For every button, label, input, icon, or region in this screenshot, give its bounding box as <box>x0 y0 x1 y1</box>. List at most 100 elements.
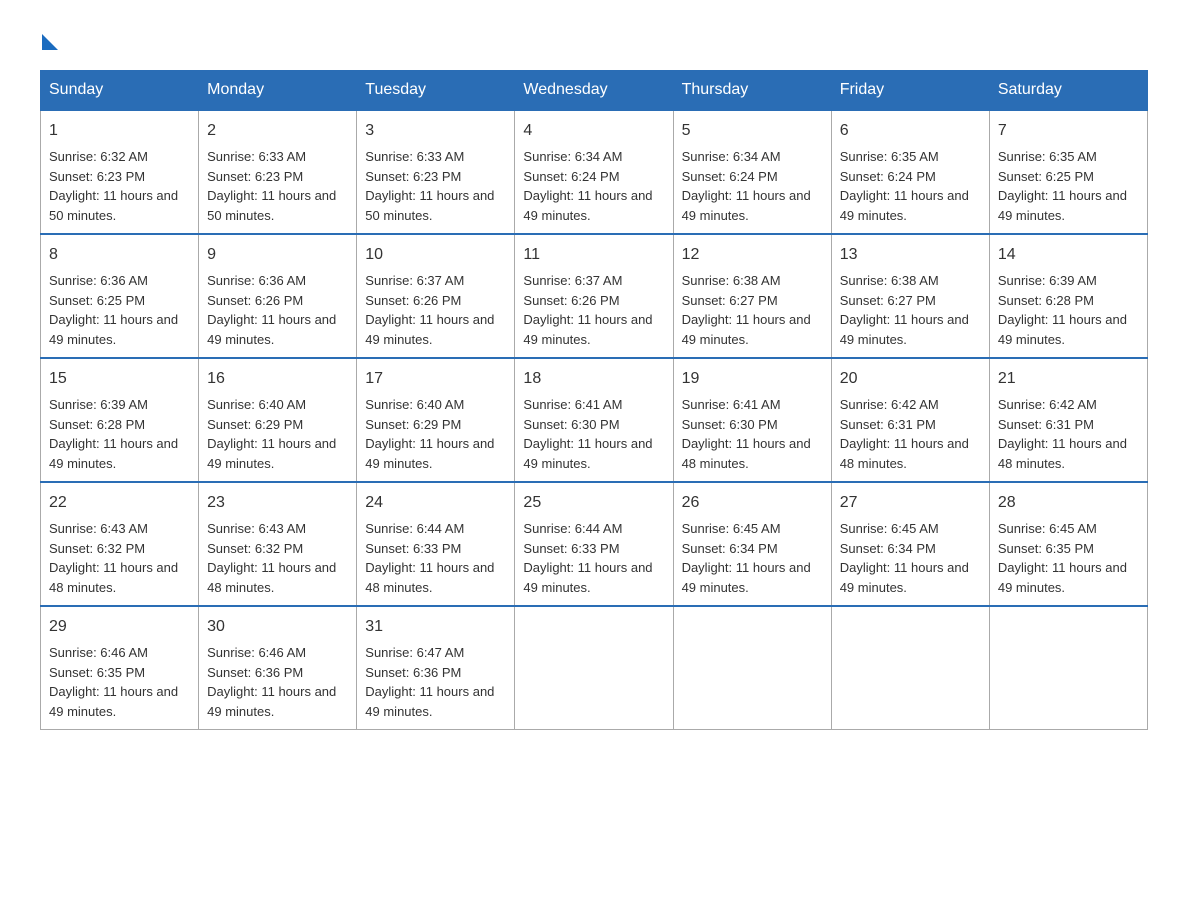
day-number: 31 <box>365 615 506 639</box>
day-number: 7 <box>998 119 1139 143</box>
day-info: Sunrise: 6:32 AM Sunset: 6:23 PM Dayligh… <box>49 147 190 225</box>
day-info: Sunrise: 6:37 AM Sunset: 6:26 PM Dayligh… <box>523 271 664 349</box>
calendar-cell: 13 Sunrise: 6:38 AM Sunset: 6:27 PM Dayl… <box>831 234 989 358</box>
weekday-header-saturday: Saturday <box>989 71 1147 111</box>
calendar-cell: 26 Sunrise: 6:45 AM Sunset: 6:34 PM Dayl… <box>673 482 831 606</box>
day-info: Sunrise: 6:35 AM Sunset: 6:25 PM Dayligh… <box>998 147 1139 225</box>
week-row-5: 29 Sunrise: 6:46 AM Sunset: 6:35 PM Dayl… <box>41 606 1148 730</box>
calendar-cell: 8 Sunrise: 6:36 AM Sunset: 6:25 PM Dayli… <box>41 234 199 358</box>
day-info: Sunrise: 6:35 AM Sunset: 6:24 PM Dayligh… <box>840 147 981 225</box>
day-number: 12 <box>682 243 823 267</box>
day-info: Sunrise: 6:36 AM Sunset: 6:26 PM Dayligh… <box>207 271 348 349</box>
weekday-header-wednesday: Wednesday <box>515 71 673 111</box>
day-number: 6 <box>840 119 981 143</box>
day-number: 16 <box>207 367 348 391</box>
day-number: 10 <box>365 243 506 267</box>
day-number: 13 <box>840 243 981 267</box>
week-row-3: 15 Sunrise: 6:39 AM Sunset: 6:28 PM Dayl… <box>41 358 1148 482</box>
calendar-cell: 6 Sunrise: 6:35 AM Sunset: 6:24 PM Dayli… <box>831 110 989 234</box>
day-info: Sunrise: 6:38 AM Sunset: 6:27 PM Dayligh… <box>840 271 981 349</box>
day-number: 19 <box>682 367 823 391</box>
calendar-cell: 28 Sunrise: 6:45 AM Sunset: 6:35 PM Dayl… <box>989 482 1147 606</box>
calendar-cell: 3 Sunrise: 6:33 AM Sunset: 6:23 PM Dayli… <box>357 110 515 234</box>
weekday-header-thursday: Thursday <box>673 71 831 111</box>
day-number: 9 <box>207 243 348 267</box>
calendar-cell: 12 Sunrise: 6:38 AM Sunset: 6:27 PM Dayl… <box>673 234 831 358</box>
calendar-cell: 7 Sunrise: 6:35 AM Sunset: 6:25 PM Dayli… <box>989 110 1147 234</box>
day-number: 2 <box>207 119 348 143</box>
day-info: Sunrise: 6:34 AM Sunset: 6:24 PM Dayligh… <box>523 147 664 225</box>
calendar-cell: 20 Sunrise: 6:42 AM Sunset: 6:31 PM Dayl… <box>831 358 989 482</box>
calendar-cell <box>989 606 1147 730</box>
weekday-header-tuesday: Tuesday <box>357 71 515 111</box>
calendar-cell: 25 Sunrise: 6:44 AM Sunset: 6:33 PM Dayl… <box>515 482 673 606</box>
day-info: Sunrise: 6:46 AM Sunset: 6:36 PM Dayligh… <box>207 643 348 721</box>
calendar-cell: 1 Sunrise: 6:32 AM Sunset: 6:23 PM Dayli… <box>41 110 199 234</box>
calendar-cell: 30 Sunrise: 6:46 AM Sunset: 6:36 PM Dayl… <box>199 606 357 730</box>
calendar-cell: 2 Sunrise: 6:33 AM Sunset: 6:23 PM Dayli… <box>199 110 357 234</box>
day-info: Sunrise: 6:45 AM Sunset: 6:34 PM Dayligh… <box>840 519 981 597</box>
calendar-cell <box>673 606 831 730</box>
day-info: Sunrise: 6:47 AM Sunset: 6:36 PM Dayligh… <box>365 643 506 721</box>
day-info: Sunrise: 6:44 AM Sunset: 6:33 PM Dayligh… <box>523 519 664 597</box>
week-row-1: 1 Sunrise: 6:32 AM Sunset: 6:23 PM Dayli… <box>41 110 1148 234</box>
day-number: 14 <box>998 243 1139 267</box>
day-info: Sunrise: 6:43 AM Sunset: 6:32 PM Dayligh… <box>207 519 348 597</box>
calendar-cell: 18 Sunrise: 6:41 AM Sunset: 6:30 PM Dayl… <box>515 358 673 482</box>
day-info: Sunrise: 6:42 AM Sunset: 6:31 PM Dayligh… <box>840 395 981 473</box>
calendar-cell: 16 Sunrise: 6:40 AM Sunset: 6:29 PM Dayl… <box>199 358 357 482</box>
day-number: 1 <box>49 119 190 143</box>
day-number: 8 <box>49 243 190 267</box>
day-number: 20 <box>840 367 981 391</box>
logo <box>40 30 58 50</box>
day-info: Sunrise: 6:33 AM Sunset: 6:23 PM Dayligh… <box>365 147 506 225</box>
day-info: Sunrise: 6:40 AM Sunset: 6:29 PM Dayligh… <box>365 395 506 473</box>
weekday-header-friday: Friday <box>831 71 989 111</box>
calendar-cell: 5 Sunrise: 6:34 AM Sunset: 6:24 PM Dayli… <box>673 110 831 234</box>
day-number: 11 <box>523 243 664 267</box>
day-info: Sunrise: 6:33 AM Sunset: 6:23 PM Dayligh… <box>207 147 348 225</box>
day-info: Sunrise: 6:42 AM Sunset: 6:31 PM Dayligh… <box>998 395 1139 473</box>
page-header <box>40 30 1148 50</box>
calendar-cell: 31 Sunrise: 6:47 AM Sunset: 6:36 PM Dayl… <box>357 606 515 730</box>
day-info: Sunrise: 6:45 AM Sunset: 6:35 PM Dayligh… <box>998 519 1139 597</box>
day-number: 15 <box>49 367 190 391</box>
day-info: Sunrise: 6:44 AM Sunset: 6:33 PM Dayligh… <box>365 519 506 597</box>
day-number: 5 <box>682 119 823 143</box>
day-number: 18 <box>523 367 664 391</box>
calendar-cell: 21 Sunrise: 6:42 AM Sunset: 6:31 PM Dayl… <box>989 358 1147 482</box>
day-number: 29 <box>49 615 190 639</box>
calendar-cell: 10 Sunrise: 6:37 AM Sunset: 6:26 PM Dayl… <box>357 234 515 358</box>
day-number: 3 <box>365 119 506 143</box>
weekday-header-row: SundayMondayTuesdayWednesdayThursdayFrid… <box>41 71 1148 111</box>
day-info: Sunrise: 6:40 AM Sunset: 6:29 PM Dayligh… <box>207 395 348 473</box>
calendar-cell: 24 Sunrise: 6:44 AM Sunset: 6:33 PM Dayl… <box>357 482 515 606</box>
calendar-cell: 23 Sunrise: 6:43 AM Sunset: 6:32 PM Dayl… <box>199 482 357 606</box>
calendar-cell: 27 Sunrise: 6:45 AM Sunset: 6:34 PM Dayl… <box>831 482 989 606</box>
day-info: Sunrise: 6:46 AM Sunset: 6:35 PM Dayligh… <box>49 643 190 721</box>
day-info: Sunrise: 6:41 AM Sunset: 6:30 PM Dayligh… <box>682 395 823 473</box>
calendar-cell: 4 Sunrise: 6:34 AM Sunset: 6:24 PM Dayli… <box>515 110 673 234</box>
calendar-cell: 9 Sunrise: 6:36 AM Sunset: 6:26 PM Dayli… <box>199 234 357 358</box>
weekday-header-sunday: Sunday <box>41 71 199 111</box>
weekday-header-monday: Monday <box>199 71 357 111</box>
day-number: 25 <box>523 491 664 515</box>
week-row-4: 22 Sunrise: 6:43 AM Sunset: 6:32 PM Dayl… <box>41 482 1148 606</box>
week-row-2: 8 Sunrise: 6:36 AM Sunset: 6:25 PM Dayli… <box>41 234 1148 358</box>
day-info: Sunrise: 6:41 AM Sunset: 6:30 PM Dayligh… <box>523 395 664 473</box>
calendar-cell: 19 Sunrise: 6:41 AM Sunset: 6:30 PM Dayl… <box>673 358 831 482</box>
day-number: 22 <box>49 491 190 515</box>
day-number: 17 <box>365 367 506 391</box>
day-number: 24 <box>365 491 506 515</box>
day-number: 23 <box>207 491 348 515</box>
day-info: Sunrise: 6:43 AM Sunset: 6:32 PM Dayligh… <box>49 519 190 597</box>
day-number: 30 <box>207 615 348 639</box>
calendar-cell: 14 Sunrise: 6:39 AM Sunset: 6:28 PM Dayl… <box>989 234 1147 358</box>
day-info: Sunrise: 6:36 AM Sunset: 6:25 PM Dayligh… <box>49 271 190 349</box>
day-info: Sunrise: 6:39 AM Sunset: 6:28 PM Dayligh… <box>49 395 190 473</box>
day-info: Sunrise: 6:38 AM Sunset: 6:27 PM Dayligh… <box>682 271 823 349</box>
day-info: Sunrise: 6:34 AM Sunset: 6:24 PM Dayligh… <box>682 147 823 225</box>
day-number: 28 <box>998 491 1139 515</box>
day-info: Sunrise: 6:37 AM Sunset: 6:26 PM Dayligh… <box>365 271 506 349</box>
calendar-cell: 22 Sunrise: 6:43 AM Sunset: 6:32 PM Dayl… <box>41 482 199 606</box>
